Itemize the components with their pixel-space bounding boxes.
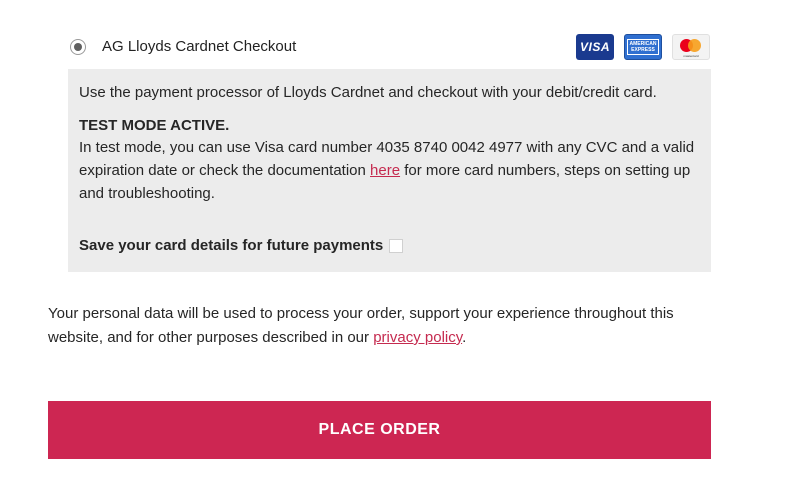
payment-method-radio[interactable] bbox=[70, 39, 86, 55]
amex-logo-icon: AMERICAN EXPRESS bbox=[624, 34, 662, 60]
save-card-row: Save your card details for future paymen… bbox=[79, 234, 404, 257]
place-order-button[interactable]: PLACE ORDER bbox=[48, 401, 711, 459]
card-logos: VISA AMERICAN EXPRESS mastercard bbox=[576, 34, 710, 60]
save-card-label: Save your card details for future paymen… bbox=[79, 237, 384, 254]
documentation-link[interactable]: here bbox=[370, 162, 400, 179]
test-mode-text: In test mode, you can use Visa card numb… bbox=[79, 139, 695, 202]
privacy-notice: Your personal data will be used to proce… bbox=[48, 305, 674, 346]
visa-logo-icon: VISA bbox=[576, 34, 614, 60]
payment-method-label[interactable]: AG Lloyds Cardnet Checkout bbox=[102, 38, 296, 55]
save-card-checkbox[interactable] bbox=[389, 238, 404, 253]
privacy-policy-link[interactable]: privacy policy bbox=[373, 329, 462, 346]
mastercard-logo-icon: mastercard bbox=[672, 34, 710, 60]
payment-description-box: Use the payment processor of Lloyds Card… bbox=[68, 69, 711, 272]
test-mode-heading: TEST MODE ACTIVE. bbox=[79, 117, 230, 134]
payment-method-row[interactable]: AG Lloyds Cardnet Checkout VISA AMERICAN… bbox=[70, 34, 710, 62]
payment-intro-text: Use the payment processor of Lloyds Card… bbox=[79, 84, 657, 101]
